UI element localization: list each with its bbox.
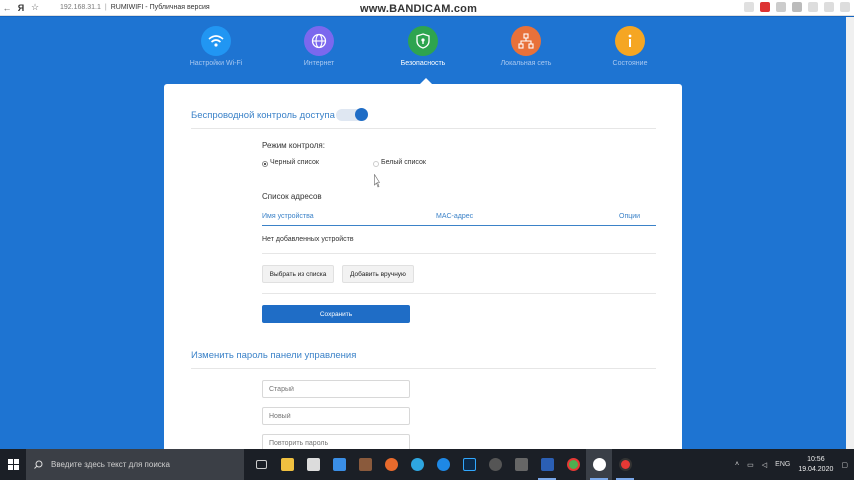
blacklist-label[interactable]: Черный список — [270, 159, 319, 166]
nav-label: Интернет — [303, 60, 335, 67]
volume-icon[interactable]: ◁ — [762, 461, 767, 469]
search-icon — [34, 460, 43, 469]
search-placeholder: Введите здесь текст для поиска — [51, 460, 170, 469]
shield-icon — [408, 26, 438, 56]
browser-controls — [744, 2, 850, 12]
new-password-field[interactable] — [262, 407, 410, 425]
nav-label: Состояние — [612, 60, 648, 67]
yandex-logo-icon[interactable]: Я — [14, 3, 28, 13]
nav-label: Безопасность — [400, 60, 446, 67]
clock-date: 19.04.2020 — [798, 465, 834, 473]
edge-icon[interactable] — [430, 449, 456, 480]
old-password-field[interactable] — [262, 380, 410, 398]
info-icon — [615, 26, 645, 56]
back-arrow-icon[interactable]: ← — [0, 3, 14, 13]
nav-security[interactable]: Безопасность — [383, 26, 463, 67]
column-options: Опции — [619, 213, 641, 220]
network-tray-icon[interactable]: ▭ — [747, 461, 754, 469]
nav-wifi-settings[interactable]: Настройки Wi-Fi — [176, 26, 256, 67]
divider — [262, 253, 656, 254]
yandex-browser-icon[interactable] — [586, 449, 612, 480]
task-view-icon[interactable] — [248, 449, 274, 480]
save-button[interactable]: Сохранить — [262, 305, 410, 323]
network-icon — [511, 26, 541, 56]
whitelist-radio[interactable] — [373, 161, 379, 167]
address-list-label: Список адресов — [262, 192, 322, 201]
tray-chevron-icon[interactable]: ˄ — [735, 461, 739, 468]
chrome-icon[interactable] — [560, 449, 586, 480]
nav-internet[interactable]: Интернет — [279, 26, 359, 67]
nav-status[interactable]: Состояние — [590, 26, 670, 67]
change-password-title: Изменить пароль панели управления — [191, 350, 357, 361]
toggle-knob — [355, 108, 368, 121]
taskbar-apps — [248, 449, 638, 480]
language-indicator[interactable]: ENG — [775, 461, 790, 468]
globe-icon — [304, 26, 334, 56]
windows-taskbar: Введите здесь текст для поиска ˄ ▭ ◁ ENG… — [0, 449, 854, 480]
close-icon[interactable] — [840, 2, 850, 12]
main-nav: Настройки Wi-Fi Интернет Безопасность Ло… — [180, 26, 660, 76]
system-tray: ˄ ▭ ◁ ENG 10:56 19.04.2020 ▢ — [735, 449, 848, 480]
game-app-icon[interactable] — [352, 449, 378, 480]
access-control-title: Беспроводной контроль доступа — [191, 110, 335, 121]
control-mode-label: Режим контроля: — [262, 141, 325, 150]
clock-time: 10:56 — [807, 455, 825, 463]
word-icon[interactable] — [534, 449, 560, 480]
mail-icon[interactable] — [326, 449, 352, 480]
column-mac: MAC-адрес — [436, 213, 474, 220]
select-from-list-button[interactable]: Выбрать из списка — [262, 265, 334, 283]
telegram-icon[interactable] — [404, 449, 430, 480]
menu-icon[interactable] — [792, 2, 802, 12]
wifi-icon — [201, 26, 231, 56]
whitelist-label[interactable]: Белый список — [381, 159, 426, 166]
windows-start-icon[interactable] — [0, 449, 26, 480]
extension-icon[interactable] — [744, 2, 754, 12]
nav-local-network[interactable]: Локальная сеть — [486, 26, 566, 67]
scrollbar[interactable] — [846, 17, 854, 449]
empty-list-text: Нет добавленных устройств — [262, 236, 354, 243]
file-explorer-icon[interactable] — [274, 449, 300, 480]
blacklist-radio[interactable] — [262, 161, 268, 167]
photoshop-icon[interactable] — [456, 449, 482, 480]
store-icon[interactable] — [300, 449, 326, 480]
mouse-cursor-icon — [374, 174, 380, 188]
firefox-icon[interactable] — [378, 449, 404, 480]
restore-icon[interactable] — [824, 2, 834, 12]
bandicam-watermark: www.BANDICAM.com — [360, 3, 478, 15]
address-bar[interactable]: 192.168.31.1 — [60, 4, 101, 11]
speedometer-icon[interactable] — [482, 449, 508, 480]
nav-label: Настройки Wi-Fi — [189, 60, 243, 67]
add-manually-button[interactable]: Добавить вручную — [342, 265, 414, 283]
settings-card: Беспроводной контроль доступа Режим конт… — [164, 84, 682, 454]
nav-label: Локальная сеть — [500, 60, 552, 67]
address-separator: | — [104, 4, 107, 11]
notifications-icon[interactable]: ▢ — [841, 461, 848, 469]
bandicam-icon[interactable] — [612, 449, 638, 480]
taskbar-search[interactable]: Введите здесь текст для поиска — [26, 449, 244, 480]
protect-icon[interactable] — [760, 2, 770, 12]
table-header-rule — [262, 225, 656, 226]
browser-toolbar: ← Я ☆ 192.168.31.1 | RUMIWIFI - Публична… — [0, 0, 854, 16]
divider — [262, 293, 656, 294]
download-icon[interactable] — [776, 2, 786, 12]
minimize-icon[interactable] — [808, 2, 818, 12]
divider — [191, 368, 656, 369]
access-control-toggle[interactable] — [336, 108, 368, 121]
video-app-icon[interactable] — [508, 449, 534, 480]
tabs-icon[interactable]: ☆ — [28, 2, 42, 13]
divider — [191, 128, 656, 129]
page-title: RUMIWIFI - Публичная версия — [110, 4, 210, 11]
column-device-name: Имя устройства — [262, 213, 314, 220]
clock[interactable]: 10:56 19.04.2020 — [798, 455, 833, 475]
